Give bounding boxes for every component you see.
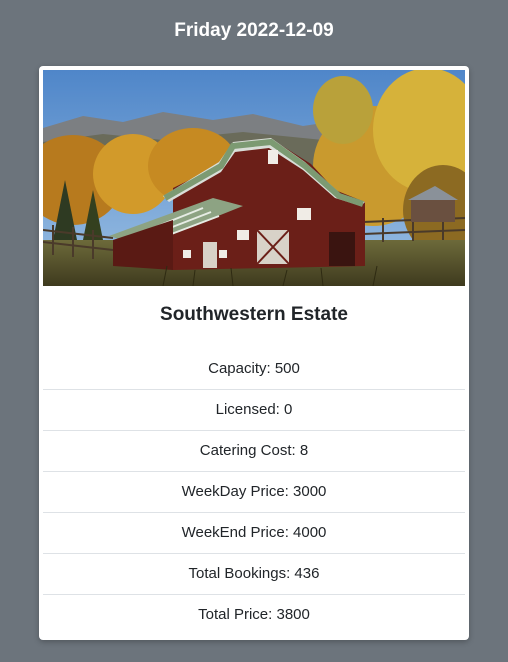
venue-details-list: Capacity: 500 Licensed: 0 Catering Cost:… <box>43 349 465 635</box>
page-title: Friday 2022-12-09 <box>174 20 334 41</box>
detail-licensed: Licensed: 0 <box>43 390 465 431</box>
detail-weekday-price: WeekDay Price: 3000 <box>43 472 465 513</box>
barn-image <box>43 70 465 286</box>
detail-total-price: Total Price: 3800 <box>198 606 310 623</box>
detail-weekend-price: WeekEnd Price: 4000 <box>43 513 465 554</box>
detail-total-bookings: Total Bookings: 436 <box>43 554 465 595</box>
detail-catering-cost: Catering Cost: 8 <box>43 431 465 472</box>
venue-name: Southwestern Estate <box>160 304 348 325</box>
venue-card: Southwestern Estate Capacity: 500 Licens… <box>39 66 469 640</box>
venue-photo <box>43 70 465 286</box>
detail-capacity: Capacity: 500 <box>43 349 465 390</box>
